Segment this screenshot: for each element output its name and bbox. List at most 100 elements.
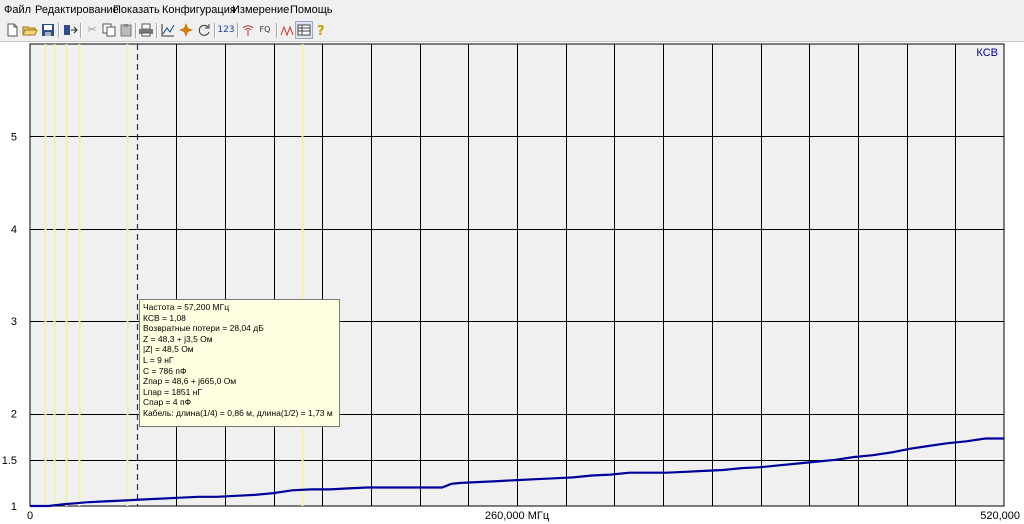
scan-icon[interactable] <box>178 22 194 38</box>
data-point <box>478 481 481 483</box>
tooltip-line: Кабель: длина(1/4) = 0,86 м, длина(1/2) … <box>143 407 333 418</box>
menu-measurement[interactable]: Измерение <box>232 4 289 16</box>
data-point <box>610 474 612 476</box>
print-icon[interactable] <box>138 22 154 38</box>
data-point <box>872 454 874 456</box>
swr-chart[interactable]: 1 1.5 2 3 4 5 0 260,000 МГц 520,000 КСВ <box>0 42 1024 524</box>
cut-icon[interactable]: ✂ <box>84 22 100 38</box>
chart-icon[interactable] <box>160 22 176 38</box>
y-tick-label: 5 <box>11 131 17 143</box>
data-point <box>404 486 406 489</box>
data-point <box>76 502 78 504</box>
data-point <box>329 488 331 490</box>
data-point <box>291 489 293 491</box>
data-point <box>198 496 200 498</box>
menu-help[interactable]: Помощь <box>290 4 333 16</box>
data-point <box>535 478 537 480</box>
table-view-icon[interactable] <box>295 21 313 39</box>
toolbar-separator <box>80 23 82 38</box>
data-point <box>254 494 256 496</box>
swr-plot[interactable]: 1 1.5 2 3 4 5 0 260,000 МГц 520,000 КСВ Частота =… <box>0 42 1024 524</box>
data-point <box>104 500 106 502</box>
tooltip-line: |Z| = 48,5 Ом <box>143 344 194 355</box>
data-point <box>891 451 893 453</box>
menu-configuration[interactable]: Конфигурация <box>162 4 236 16</box>
svg-text:?: ? <box>317 24 325 38</box>
y-tick-label: 1.5 <box>2 455 17 467</box>
menu-edit[interactable]: Редактирование <box>35 4 119 16</box>
data-point <box>759 466 762 468</box>
tooltip-line: Частота = 57,200 МГц <box>143 302 230 312</box>
x-tick-label: 0 <box>27 510 33 522</box>
x-tick-label: 260,000 МГц <box>485 510 550 522</box>
toolbar-separator <box>214 23 216 38</box>
frequency-button[interactable]: FQ <box>256 22 274 38</box>
new-file-icon[interactable] <box>4 22 20 38</box>
data-point <box>235 495 237 497</box>
data-point <box>497 480 499 482</box>
data-point <box>909 448 911 450</box>
data-point <box>385 486 387 489</box>
y-tick-label: 4 <box>11 224 17 236</box>
data-point <box>834 459 837 461</box>
data-point <box>703 470 705 472</box>
y-tick-label: 2 <box>11 409 17 421</box>
data-point <box>160 498 162 500</box>
antenna-icon[interactable] <box>240 22 256 38</box>
data-point <box>310 488 312 490</box>
tooltip-line: Спар = 4 пФ <box>143 397 192 408</box>
data-point <box>984 437 986 440</box>
y-tick-label: 1 <box>11 501 17 513</box>
data-point <box>441 486 443 489</box>
measurement-tooltip: Частота = 57,200 МГц КСВ = 1,08 Возвратные… <box>139 299 340 427</box>
data-point <box>347 487 349 489</box>
toolbar-separator <box>58 23 60 38</box>
tooltip-line: L = 9 нГ <box>143 354 174 365</box>
markers-icon[interactable] <box>279 22 295 38</box>
tooltip-line: Lпар = 1851 нГ <box>143 386 203 397</box>
paste-icon[interactable] <box>118 22 134 38</box>
data-point <box>272 492 275 494</box>
open-folder-icon[interactable] <box>22 22 38 38</box>
export-icon[interactable] <box>62 22 78 38</box>
data-point <box>1003 437 1005 440</box>
toolbar: ✂ 123 FQ ? <box>0 20 1024 42</box>
copy-icon[interactable] <box>101 22 117 38</box>
y-tick-label: 3 <box>11 316 17 328</box>
data-point <box>572 476 574 478</box>
data-point <box>179 497 181 499</box>
data-point <box>553 477 556 479</box>
data-point <box>647 472 649 474</box>
data-point <box>29 505 31 507</box>
menu-bar: Файл Редактирование Показать Конфигураци… <box>0 0 1024 20</box>
data-point <box>947 442 949 444</box>
toolbar-separator <box>276 23 278 38</box>
data-point <box>741 467 743 469</box>
save-icon[interactable] <box>40 22 56 38</box>
toolbar-separator <box>237 23 239 38</box>
data-point <box>85 501 87 503</box>
data-point <box>422 486 424 489</box>
data-point <box>516 479 518 481</box>
data-point <box>666 472 668 474</box>
data-point <box>685 471 687 473</box>
data-point <box>63 503 65 505</box>
tooltip-line: Z = 48,3 + j3,5 Ом <box>143 333 213 344</box>
tooltip-line: C = 786 пФ <box>143 365 187 376</box>
tooltip-line: Zпар = 48,6 + j665,0 Ом <box>143 376 237 387</box>
count-button[interactable]: 123 <box>217 22 235 38</box>
toolbar-separator <box>135 23 137 38</box>
menu-file[interactable]: Файл <box>4 4 31 16</box>
data-point <box>591 474 593 477</box>
data-point <box>628 472 631 474</box>
data-point <box>722 469 724 471</box>
menu-view[interactable]: Показать <box>113 4 160 16</box>
tooltip-line: Возвратные потери = 28,04 дБ <box>143 323 264 334</box>
refresh-icon[interactable] <box>196 22 212 38</box>
data-point <box>460 482 462 484</box>
tooltip-line: КСВ = 1,08 <box>143 312 186 323</box>
data-point <box>965 440 968 442</box>
data-point <box>816 461 818 463</box>
help-icon[interactable]: ? <box>313 22 329 38</box>
data-point <box>123 499 125 502</box>
